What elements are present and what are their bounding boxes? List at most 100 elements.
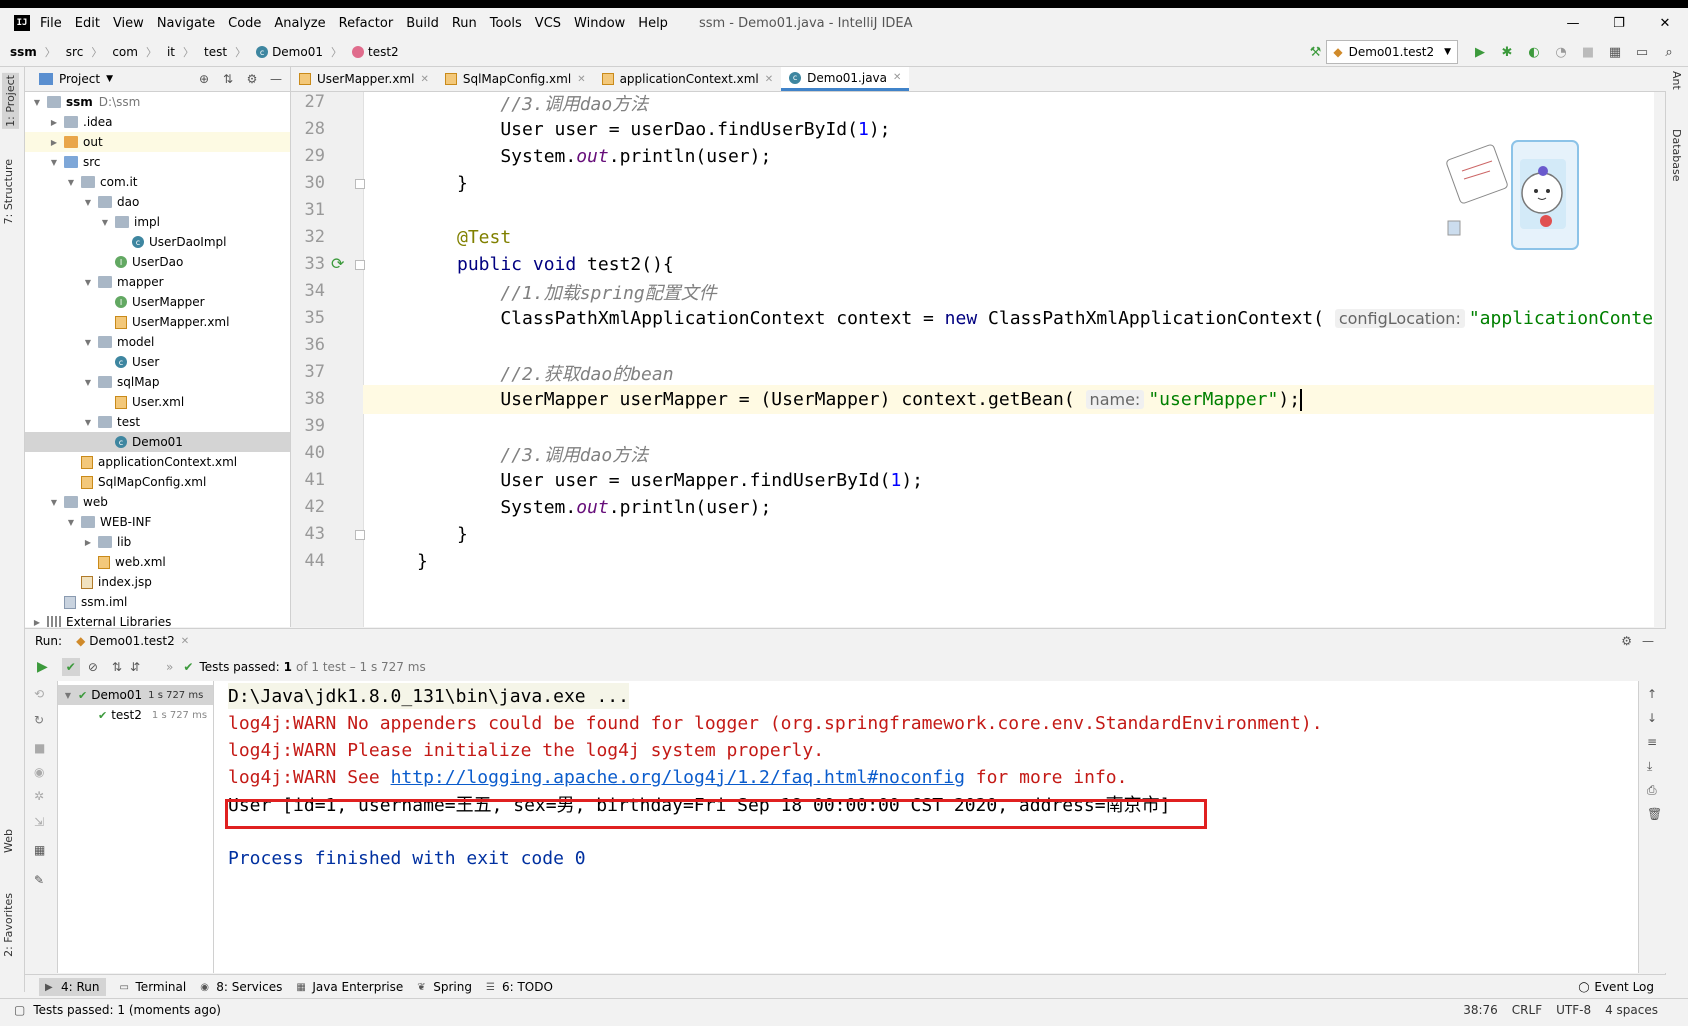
tree-item[interactable]: ▼ impl [25,212,290,232]
code-line[interactable]: System. out .println(user); [363,493,1654,522]
test-class-row[interactable]: ▼ ✔ Demo01 1 s 727 ms [58,685,213,705]
editor-tab[interactable]: UserMapper.xml ✕ [291,67,437,91]
rerun-icon[interactable]: ▶ [37,659,48,675]
tree-item[interactable]: ▼ ssm D:\ssm [25,92,290,112]
test-method-row[interactable]: ✔ test2 1 s 727 ms [58,705,213,725]
soft-wrap-icon[interactable]: ≡ [1647,735,1657,749]
close-icon[interactable]: ✕ [181,636,189,647]
chevron-down-icon[interactable]: ▼ [48,158,60,167]
chevron-down-icon[interactable]: ▼ [99,218,111,227]
tree-item[interactable]: UserMapper.xml [25,312,290,332]
tree-item[interactable]: ▼ src [25,152,290,172]
tree-item[interactable]: ▶ out [25,132,290,152]
export-icon[interactable]: ⇲ [34,815,44,829]
chevron-right-icon[interactable]: ▶ [48,138,60,147]
build-hammer-icon[interactable]: ⚒ [1304,41,1326,63]
menu-item-window[interactable]: Window [574,16,625,31]
stop-icon[interactable]: ■ [34,741,45,755]
tree-item[interactable]: index.jsp [25,572,290,592]
tab-web[interactable]: Web [2,829,15,853]
event-log-tab[interactable]: ◯ Event Log [1578,980,1654,994]
tree-item[interactable]: ▼ dao [25,192,290,212]
arrow-down-icon[interactable]: ↓ [1647,711,1657,725]
tree-item[interactable]: ssm.iml [25,592,290,612]
tree-item[interactable]: ▼ mapper [25,272,290,292]
tree-item[interactable]: applicationContext.xml [25,452,290,472]
code-line[interactable] [363,331,1654,360]
show-passed-icon[interactable]: ✔ [61,658,80,676]
code-line[interactable]: //3.调用dao方法 [363,439,1654,468]
project-structure-icon[interactable]: ▦ [1604,41,1626,63]
maximize-button[interactable]: ❐ [1596,8,1642,38]
chevron-down-icon[interactable]: ▼ [82,198,94,207]
code-line[interactable]: User user = userMapper.findUserById(1); [363,466,1654,495]
run-configuration-select[interactable]: ◆ Demo01.test2 ▼ [1326,40,1458,64]
menu-item-analyze[interactable]: Analyze [274,16,325,31]
gear-icon[interactable]: ⚙ [244,72,260,86]
tab-favorites[interactable]: 2: Favorites [2,893,15,957]
tree-item[interactable]: ▼ WEB-INF [25,512,290,532]
code-line[interactable]: } [363,547,1654,576]
tab-project[interactable]: 1: Project [2,73,19,129]
menu-item-edit[interactable]: Edit [75,16,100,31]
menu-item-navigate[interactable]: Navigate [157,16,215,31]
line-separator[interactable]: CRLF [1512,1003,1542,1017]
tool-tab-java-enterprise[interactable]: ▦ Java Enterprise [296,980,403,994]
menu-item-help[interactable]: Help [638,16,668,31]
layout-icon[interactable]: ▦ [34,843,45,857]
tree-item[interactable]: c User [25,352,290,372]
close-icon[interactable]: ✕ [577,74,585,85]
camera-icon[interactable]: ◉ [34,765,44,779]
tree-item[interactable]: ▶ External Libraries [25,612,290,627]
breadcrumb-item[interactable]: src 〉 [66,44,103,60]
tree-item[interactable]: ▶ lib [25,532,290,552]
menu-item-tools[interactable]: Tools [490,16,522,31]
tab-ant[interactable]: Ant [1670,71,1683,90]
chevron-down-icon[interactable]: ▼ [82,278,94,287]
log4j-faq-link[interactable]: http://logging.apache.org/log4j/1.2/faq.… [391,767,965,788]
toggle-auto-test-icon[interactable]: ↻ [34,713,44,727]
code-line[interactable]: //3.调用dao方法 [363,92,1654,117]
status-toggle-icon[interactable]: ▢ [14,1003,25,1017]
close-icon[interactable]: ✕ [765,74,773,85]
close-icon[interactable]: ✕ [420,74,428,85]
more-icon[interactable]: » [166,660,173,674]
tree-item[interactable]: c UserDaoImpl [25,232,290,252]
settings-icon[interactable]: ✲ [34,789,44,803]
hide-icon[interactable]: — [268,72,284,86]
collapse-all-icon[interactable]: ⇅ [220,72,236,86]
code-line[interactable]: //1.加载spring配置文件 [363,277,1654,306]
menu-item-file[interactable]: File [40,16,62,31]
arrow-up-icon[interactable]: ↑ [1647,687,1657,701]
hide-icon[interactable]: — [1642,634,1654,648]
chevron-down-icon[interactable]: ▼ [82,338,94,347]
tab-database[interactable]: Database [1670,129,1683,182]
breadcrumb-item[interactable]: it 〉 [167,44,194,60]
tree-item[interactable]: ▶ .idea [25,112,290,132]
pin-icon[interactable]: ✎ [34,873,44,887]
chevron-right-icon[interactable]: ▶ [31,618,43,627]
tool-tab-terminal[interactable]: ▭ Terminal [120,980,187,994]
editor-tab[interactable]: SqlMapConfig.xml ✕ [437,67,594,91]
code-line[interactable]: } [363,520,1654,549]
print-icon[interactable]: ⎙ [1647,783,1657,798]
breadcrumb-item[interactable]: com 〉 [112,44,157,60]
tree-item[interactable]: ▼ sqlMap [25,372,290,392]
gear-icon[interactable]: ⚙ [1621,634,1632,648]
project-panel-title[interactable]: Project [59,72,100,86]
rerun-failed-icon[interactable]: ⟲ [34,687,44,701]
code-line[interactable]: ClassPathXmlApplicationContext context =… [363,304,1654,333]
tool-tab-play[interactable]: ▶ 4: Run [39,978,106,996]
run-tab-label[interactable]: Demo01.test2 [89,634,174,648]
chevron-down-icon[interactable]: ▼ [82,418,94,427]
menu-item-vcs[interactable]: VCS [535,16,561,31]
tree-item[interactable]: SqlMapConfig.xml [25,472,290,492]
tree-item[interactable]: ▼ com.it [25,172,290,192]
console-output[interactable]: D:\Java\jdk1.8.0_131\bin\java.exe ... lo… [214,681,1638,973]
debug-icon[interactable]: ✱ [1496,41,1518,63]
chevron-right-icon[interactable]: ▶ [48,118,60,127]
tab-structure[interactable]: 7: Structure [2,159,15,224]
coverage-icon[interactable]: ◐ [1523,41,1545,63]
tool-tab-spring[interactable]: ❦ Spring [417,980,472,994]
breadcrumb-item[interactable]: ssm 〉 [10,44,56,60]
